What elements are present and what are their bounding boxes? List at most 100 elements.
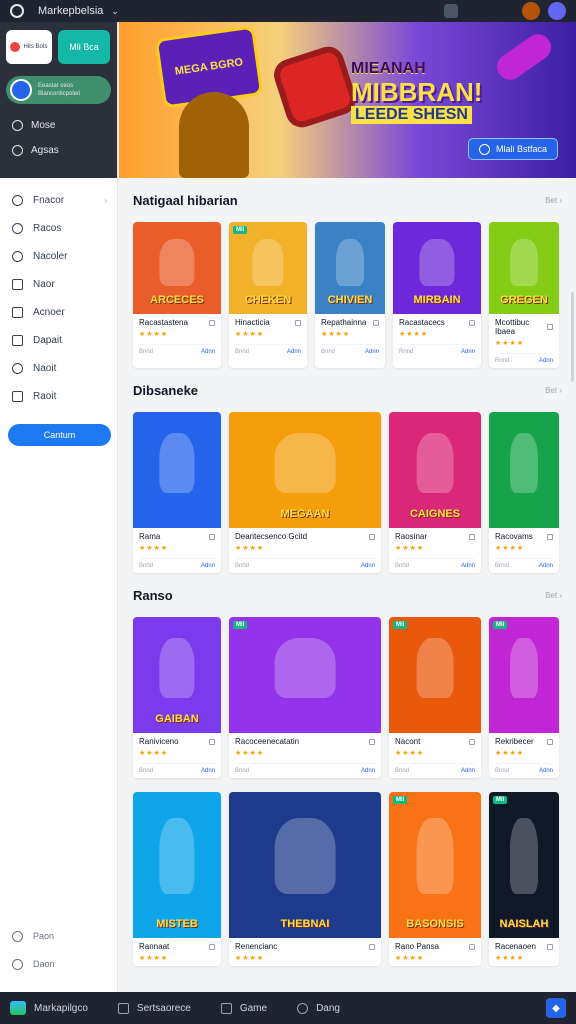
card-meta: Raosinar ★★★★ Bnnd Adnn <box>389 528 481 573</box>
sidebar-card-small[interactable]: Hits Bots <box>6 30 52 64</box>
game-thumbnail: Mli <box>489 617 559 733</box>
install-link[interactable]: Adnn <box>361 563 375 569</box>
share-icon[interactable]: ◆ <box>546 998 566 1018</box>
game-art-title: NAISLAH <box>499 918 549 930</box>
game-card[interactable]: GREGEN Mcottibuc Ibaea ★★★★ Rnnd Adnn <box>489 222 559 368</box>
bottom-nav-item-0[interactable]: Markapilgco <box>10 1001 88 1015</box>
bookmark-icon[interactable] <box>469 738 475 745</box>
sidebar-item-mose[interactable]: Mose <box>6 120 111 131</box>
scrollbar[interactable] <box>571 292 574 382</box>
sidebar-item-label: Racos <box>33 222 62 234</box>
bookmark-icon[interactable] <box>373 319 379 326</box>
game-card[interactable]: Mli BASONSIS Rano Pansa ★★★★ <box>389 792 481 966</box>
promo-line-2: Blanconticpoleri <box>38 91 81 97</box>
install-link[interactable]: Adnn <box>365 349 379 355</box>
game-card[interactable]: MEGAAN Deantecsenco Gcitd ★★★★ Bnnd Adnn <box>229 412 381 573</box>
sidebar-cta-button[interactable]: Cantum <box>8 424 111 446</box>
star-rating: ★★★★ <box>235 955 265 962</box>
badge-icon <box>10 42 21 52</box>
app-logo-icon[interactable] <box>10 4 24 18</box>
sidebar-item-agsas[interactable]: Agsas <box>6 145 111 156</box>
gear-icon <box>12 362 23 374</box>
install-link[interactable]: Adnn <box>201 349 215 355</box>
sidebar-item-1[interactable]: Racos <box>0 214 117 242</box>
see-more-link[interactable]: Bet › <box>545 591 562 600</box>
install-link[interactable]: Adnn <box>461 768 475 774</box>
hero-cta-button[interactable]: Mlali Bstfaca <box>467 138 558 160</box>
chevron-right-icon: › <box>104 195 107 205</box>
card-meta: Nacont ★★★★ Bnnd Adnn <box>389 733 481 778</box>
sidebar-item-3[interactable]: Naor <box>0 270 117 298</box>
hero-banner[interactable]: MEGA BGRO MIEANAH MIBBRAN! LEEDE SHESN M… <box>119 22 576 178</box>
see-more-link[interactable]: Bet › <box>545 386 562 395</box>
app-title: Markepbelsia <box>38 5 104 17</box>
game-card[interactable]: ARCECES Racastastena ★★★★ Bnnd Adnn <box>133 222 221 368</box>
bookmark-icon[interactable] <box>469 319 475 326</box>
bookmark-icon[interactable] <box>547 324 553 330</box>
game-card[interactable]: Mli CHEKEN Hinacticia ★★★★ Bnnd Adnn <box>229 222 307 368</box>
install-link[interactable]: Adnn <box>361 768 375 774</box>
game-card[interactable]: THEBNAI Renencianc ★★★★ <box>229 792 381 966</box>
game-card[interactable]: CHIVIEN Repathainna ★★★★ Bnnd Adnn <box>315 222 385 368</box>
game-card[interactable]: MISTEB Rannaat ★★★★ <box>133 792 221 966</box>
see-more-link[interactable]: Bet › <box>545 196 562 205</box>
sidebar-card-teal[interactable]: Mli Bca <box>58 30 110 64</box>
game-card[interactable]: Rama ★★★★ Bnnd Adnn <box>133 412 221 573</box>
bookmark-icon[interactable] <box>369 533 375 540</box>
game-title: Racastacecs <box>399 318 445 327</box>
bookmark-icon[interactable] <box>547 738 553 745</box>
sidebar-item-label: Dapait <box>33 334 62 346</box>
sidebar-item-label: Naoit <box>33 362 57 374</box>
card-meta: Rama ★★★★ Bnnd Adnn <box>133 528 221 573</box>
sidebar-item-4[interactable]: Acnoer <box>0 298 117 326</box>
bottom-nav-item-1[interactable]: Sertsaorece <box>117 1002 191 1014</box>
install-link[interactable]: Adnn <box>287 349 301 355</box>
bookmark-icon[interactable] <box>469 533 475 540</box>
sidebar-promo[interactable]: Eeastar ceos Blanconticpoleri <box>6 76 111 104</box>
game-card[interactable]: MIRBAIN Racastacecs ★★★★ Rnnd Adnn <box>393 222 481 368</box>
install-link[interactable]: Adnn <box>201 768 215 774</box>
avatar-secondary[interactable] <box>522 2 540 20</box>
bookmark-icon[interactable] <box>295 319 301 326</box>
install-link[interactable]: Adnn <box>461 349 475 355</box>
chat-icon <box>12 250 23 262</box>
game-card[interactable]: Mli Racoceenecatatin ★★★★ Bnnd Adnn <box>229 617 381 778</box>
install-link[interactable]: Adnn <box>461 563 475 569</box>
sidebar-item-2[interactable]: Nacoler <box>0 242 117 270</box>
sidebar-footer-item-1[interactable]: Daon <box>0 950 118 978</box>
bookmark-icon[interactable] <box>547 943 553 950</box>
game-card[interactable]: Mli Rekribecer ★★★★ Bnnd Adnn <box>489 617 559 778</box>
notification-icon[interactable] <box>444 4 458 18</box>
sidebar-item-5[interactable]: Dapait <box>0 326 117 354</box>
game-card[interactable]: CAIGNES Raosinar ★★★★ Bnnd Adnn <box>389 412 481 573</box>
game-title: Repathainna <box>321 318 367 327</box>
game-art-title: MEGAAN <box>280 508 330 520</box>
promo-icon <box>10 79 32 101</box>
game-card[interactable]: GAIBAN Raniviceno ★★★★ Bnnd Adnn <box>133 617 221 778</box>
bookmark-icon[interactable] <box>209 533 215 540</box>
bookmark-icon[interactable] <box>547 533 553 540</box>
bookmark-icon[interactable] <box>369 738 375 745</box>
bottom-nav-item-2[interactable]: Game <box>220 1002 267 1014</box>
game-card[interactable]: Mli NAISLAH Racenaoen ★★★★ <box>489 792 559 966</box>
bookmark-icon[interactable] <box>209 943 215 950</box>
game-card[interactable]: Mli Nacont ★★★★ Bnnd Adnn <box>389 617 481 778</box>
sidebar-footer-item-0[interactable]: Paon <box>0 922 118 950</box>
game-meta: Bnnd <box>235 349 250 355</box>
install-link[interactable]: Adnn <box>201 563 215 569</box>
sidebar-item-0[interactable]: Fnacor › <box>0 186 117 214</box>
install-link[interactable]: Adnn <box>539 768 553 774</box>
bottom-nav-item-3[interactable]: Dang <box>297 1002 340 1014</box>
bookmark-icon[interactable] <box>209 738 215 745</box>
chevron-down-icon[interactable]: ⌄ <box>111 6 119 17</box>
game-card[interactable]: Racovams ★★★★ Bnnd Adnn <box>489 412 559 573</box>
sidebar-item-7[interactable]: Raoit <box>0 382 117 410</box>
install-link[interactable]: Adnn <box>539 563 553 569</box>
bookmark-icon[interactable] <box>209 319 215 326</box>
install-link[interactable]: Adnn <box>539 358 553 364</box>
sidebar-item-6[interactable]: Naoit <box>0 354 117 382</box>
search-icon <box>12 120 23 131</box>
bookmark-icon[interactable] <box>369 943 375 950</box>
bookmark-icon[interactable] <box>469 943 475 950</box>
avatar[interactable] <box>548 2 566 20</box>
